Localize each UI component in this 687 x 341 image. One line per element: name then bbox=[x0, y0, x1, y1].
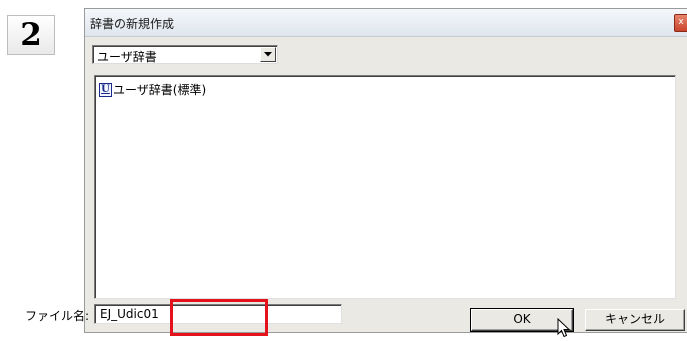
dictionary-list[interactable]: U ユーザ辞書(標準) bbox=[94, 75, 676, 299]
user-dictionary-icon: U bbox=[99, 82, 112, 97]
title-bar: 辞書の新規作成 x bbox=[85, 9, 687, 37]
new-dictionary-dialog: 辞書の新規作成 x ユーザ辞書 U ユーザ辞書(標準) bbox=[84, 8, 687, 333]
file-name-value: EJ_Udic01 bbox=[100, 307, 159, 321]
file-name-input[interactable]: EJ_Udic01 bbox=[94, 304, 342, 324]
close-button[interactable]: x bbox=[674, 14, 687, 32]
close-icon: x bbox=[678, 17, 684, 27]
file-name-label: ファイル名: bbox=[25, 309, 90, 323]
dialog-title: 辞書の新規作成 bbox=[90, 17, 175, 31]
chevron-down-icon bbox=[264, 52, 272, 57]
list-item-label: ユーザ辞書(標準) bbox=[113, 83, 207, 97]
dictionary-type-select[interactable]: ユーザ辞書 bbox=[92, 45, 278, 64]
list-item[interactable]: U ユーザ辞書(標準) bbox=[99, 81, 206, 98]
mouse-pointer-icon bbox=[557, 318, 570, 338]
cancel-button[interactable]: キャンセル bbox=[585, 309, 685, 331]
dropdown-button[interactable] bbox=[260, 47, 276, 62]
step-number-badge: 2 bbox=[7, 15, 55, 55]
dictionary-type-value: ユーザ辞書 bbox=[97, 50, 157, 64]
